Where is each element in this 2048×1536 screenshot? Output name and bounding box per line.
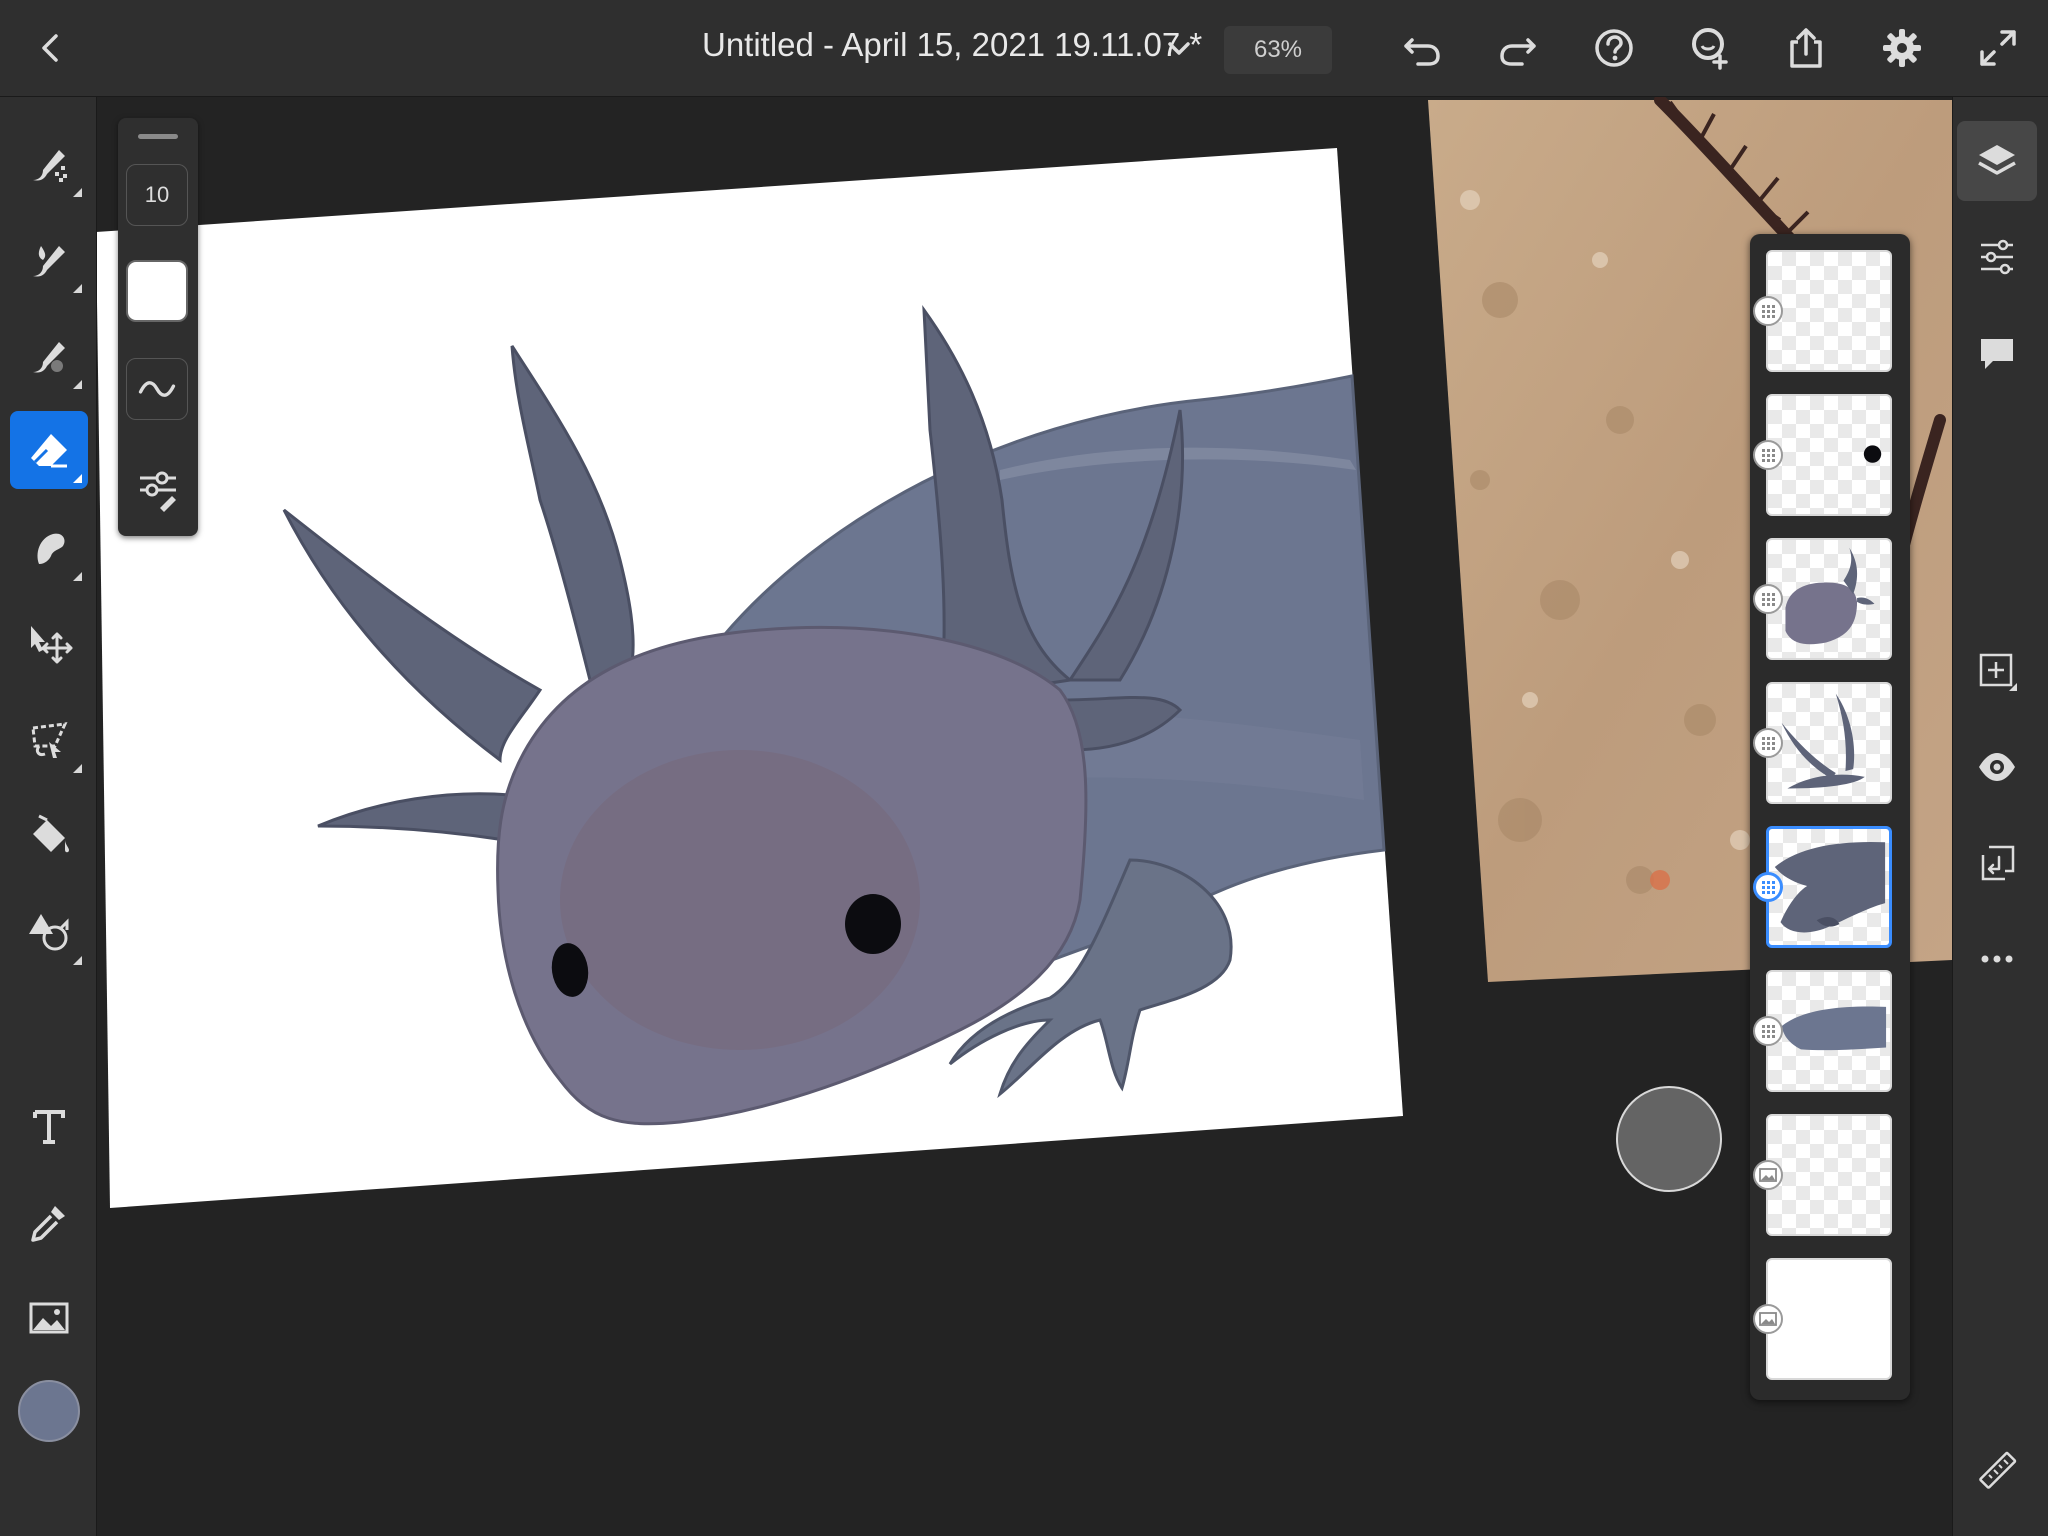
color-picker-swatch[interactable] bbox=[18, 1380, 80, 1442]
layer-thumbnail[interactable] bbox=[1766, 970, 1892, 1092]
eyedropper-tool[interactable] bbox=[10, 1183, 88, 1261]
right-toolbar bbox=[1952, 97, 2048, 1536]
document-title[interactable]: Untitled - April 15, 2021 19.11.07 * bbox=[702, 26, 1202, 64]
zoom-level[interactable]: 63% bbox=[1224, 26, 1332, 74]
canvas[interactable] bbox=[0, 0, 2048, 1536]
touch-modifier-button[interactable] bbox=[1616, 1086, 1722, 1192]
chevron-down-icon[interactable] bbox=[1160, 30, 1198, 68]
fullscreen-icon[interactable] bbox=[1970, 20, 2026, 76]
pixel-layer-icon[interactable] bbox=[1753, 584, 1783, 614]
top-bar: Untitled - April 15, 2021 19.11.07 * 63% bbox=[0, 0, 2048, 97]
back-icon[interactable] bbox=[22, 20, 78, 76]
layers-icon[interactable] bbox=[1957, 121, 2037, 201]
smudge-tool[interactable] bbox=[10, 509, 88, 587]
shapes-tool[interactable] bbox=[10, 893, 88, 971]
brush-size-input[interactable]: 10 bbox=[126, 164, 188, 226]
pixel-layer-icon[interactable] bbox=[1753, 872, 1783, 902]
merge-down-icon[interactable] bbox=[1957, 823, 2037, 903]
left-toolbar bbox=[0, 97, 97, 1536]
layer-thumbnail[interactable] bbox=[1766, 1114, 1892, 1236]
brush-settings-icon[interactable] bbox=[134, 464, 182, 512]
layer-thumbnail[interactable] bbox=[1766, 394, 1892, 516]
layer-thumbnail[interactable] bbox=[1766, 538, 1892, 660]
pixel-layer-icon[interactable] bbox=[1753, 728, 1783, 758]
pixel-layer-icon[interactable] bbox=[1753, 1016, 1783, 1046]
redo-icon[interactable] bbox=[1490, 20, 1546, 76]
image-tool[interactable] bbox=[10, 1279, 88, 1357]
pixel-layer-icon[interactable] bbox=[1753, 440, 1783, 470]
layer-properties-icon[interactable] bbox=[1957, 217, 2037, 297]
brush-opacity-swatch[interactable] bbox=[126, 260, 188, 322]
share-icon[interactable] bbox=[1778, 20, 1834, 76]
more-options-icon[interactable] bbox=[1957, 919, 2037, 999]
live-brush-tool[interactable] bbox=[10, 221, 88, 299]
pixel-brush-tool[interactable] bbox=[10, 125, 88, 203]
fill-tool[interactable] bbox=[10, 797, 88, 875]
help-icon[interactable] bbox=[1586, 20, 1642, 76]
vector-brush-tool[interactable] bbox=[10, 317, 88, 395]
panel-grip[interactable] bbox=[138, 134, 178, 139]
layers-panel bbox=[1750, 234, 1910, 1400]
ruler-icon[interactable] bbox=[1957, 1431, 2037, 1511]
text-tool[interactable] bbox=[10, 1087, 88, 1165]
layer-thumbnail-selected[interactable] bbox=[1766, 826, 1892, 948]
layer-thumbnail[interactable] bbox=[1766, 682, 1892, 804]
undo-icon[interactable] bbox=[1394, 20, 1450, 76]
brush-panel: 10 bbox=[118, 118, 198, 536]
axolotl-eye-right bbox=[845, 894, 901, 954]
layer-thumbnail[interactable] bbox=[1766, 250, 1892, 372]
visibility-eye-icon[interactable] bbox=[1957, 727, 2037, 807]
image-layer-icon[interactable] bbox=[1753, 1304, 1783, 1334]
pixel-layer-icon[interactable] bbox=[1753, 296, 1783, 326]
brush-smoothing-button[interactable] bbox=[126, 358, 188, 420]
lasso-tool[interactable] bbox=[10, 701, 88, 779]
transform-tool[interactable] bbox=[10, 605, 88, 683]
eraser-tool[interactable] bbox=[10, 411, 88, 489]
add-layer-icon[interactable] bbox=[1957, 631, 2037, 711]
settings-icon[interactable] bbox=[1874, 20, 1930, 76]
image-layer-icon[interactable] bbox=[1753, 1160, 1783, 1190]
invite-icon[interactable] bbox=[1682, 20, 1738, 76]
comments-icon[interactable] bbox=[1957, 313, 2037, 393]
layer-thumbnail[interactable] bbox=[1766, 1258, 1892, 1380]
